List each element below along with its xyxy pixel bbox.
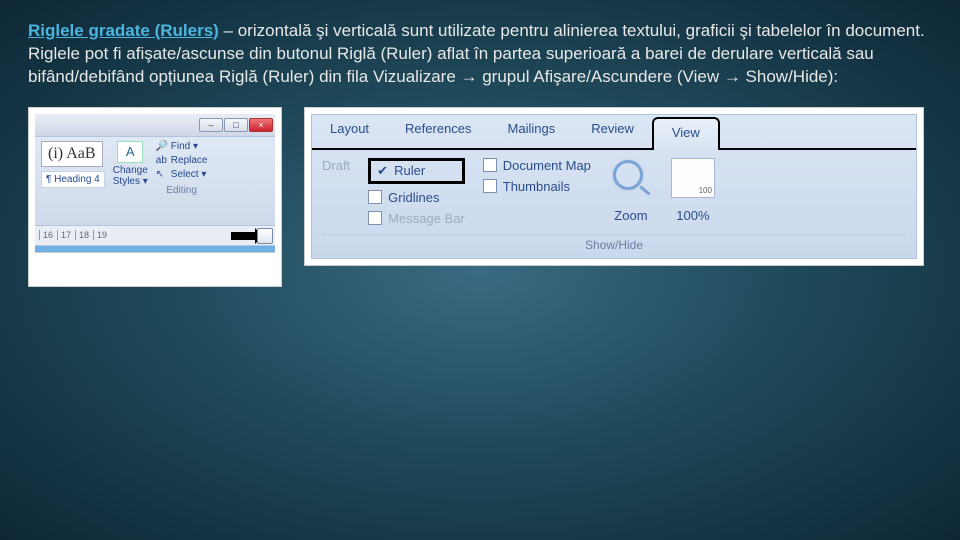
messagebar-checkbox-row: Message Bar (368, 211, 465, 226)
draft-view-button[interactable]: Draft (322, 158, 350, 173)
thumbnails-checkbox-row[interactable]: Thumbnails (483, 179, 591, 194)
editing-group-label: Editing (156, 185, 208, 196)
gridlines-label: Gridlines (388, 190, 439, 205)
ribbon-tabs: Layout References Mailings Review View (312, 115, 916, 150)
lead-term: Riglele gradate (Rulers) (28, 21, 219, 40)
ruler-tick: 17 (57, 230, 71, 240)
ruler-tick: 16 (39, 230, 53, 240)
ruler-tick: 19 (93, 230, 107, 240)
magnifier-icon (609, 158, 653, 198)
documentmap-checkbox[interactable] (483, 158, 497, 172)
messagebar-checkbox (368, 211, 382, 225)
thumbnails-checkbox[interactable] (483, 179, 497, 193)
gridlines-checkbox[interactable] (368, 190, 382, 204)
window-maximize-button[interactable]: □ (224, 118, 248, 132)
window-close-button[interactable]: × (249, 118, 273, 132)
hundred-percent-button[interactable]: 100 100% (671, 158, 715, 223)
cursor-icon: ↖ (156, 169, 168, 181)
tab-view[interactable]: View (652, 117, 720, 150)
thumbnails-label: Thumbnails (503, 179, 570, 194)
messagebar-label: Message Bar (388, 211, 465, 226)
window-titlebar: – □ × (35, 114, 275, 136)
ruler-tick: 18 (75, 230, 89, 240)
tab-mailings[interactable]: Mailings (490, 115, 574, 148)
style-heading4[interactable]: ¶ Heading 4 (41, 171, 105, 188)
change-styles-icon: A (117, 141, 143, 163)
replace-button[interactable]: abReplace (156, 155, 208, 167)
document-area (35, 252, 275, 280)
hundred-label: 100% (671, 208, 715, 223)
ruler-checkbox[interactable]: ✔ (377, 163, 388, 179)
ruler-checkbox-highlight: ✔ Ruler (368, 158, 465, 184)
gridlines-checkbox-row[interactable]: Gridlines (368, 190, 465, 205)
page-100-icon: 100 (671, 158, 715, 198)
binoculars-icon: 🔎 (156, 141, 168, 153)
figure-view-ribbon: Layout References Mailings Review View D… (304, 107, 924, 266)
description-paragraph: Riglele gradate (Rulers) – orizontală şi… (28, 20, 932, 89)
show-hide-group-label: Show/Hide (322, 234, 906, 252)
select-button[interactable]: ↖Select ▾ (156, 169, 208, 181)
window-minimize-button[interactable]: – (199, 118, 223, 132)
replace-icon: ab (156, 155, 168, 167)
tab-references[interactable]: References (387, 115, 489, 148)
ruler-checkbox-label: Ruler (394, 163, 425, 178)
change-styles-button[interactable]: A Change Styles ▾ (113, 141, 148, 187)
documentmap-label: Document Map (503, 158, 591, 173)
tab-review[interactable]: Review (573, 115, 652, 148)
figures-row: – □ × (i) AaB ¶ Heading 4 A Change Style… (28, 107, 932, 287)
tab-layout[interactable]: Layout (312, 115, 387, 148)
zoom-label: Zoom (609, 208, 653, 223)
figure-editing-ruler: – □ × (i) AaB ¶ Heading 4 A Change Style… (28, 107, 282, 287)
ribbon-strip: (i) AaB ¶ Heading 4 A Change Styles ▾ 🔎F… (35, 136, 275, 226)
find-button[interactable]: 🔎Find ▾ (156, 141, 208, 153)
zoom-button[interactable]: Zoom (609, 158, 653, 223)
documentmap-checkbox-row[interactable]: Document Map (483, 158, 591, 173)
editing-group: 🔎Find ▾ abReplace ↖Select ▾ Editing (156, 141, 208, 196)
style-preview[interactable]: (i) AaB (41, 141, 103, 167)
horizontal-ruler: 16 17 18 19 (35, 226, 275, 246)
ruler-toggle-button[interactable] (257, 228, 273, 244)
annotation-arrow (231, 232, 255, 240)
